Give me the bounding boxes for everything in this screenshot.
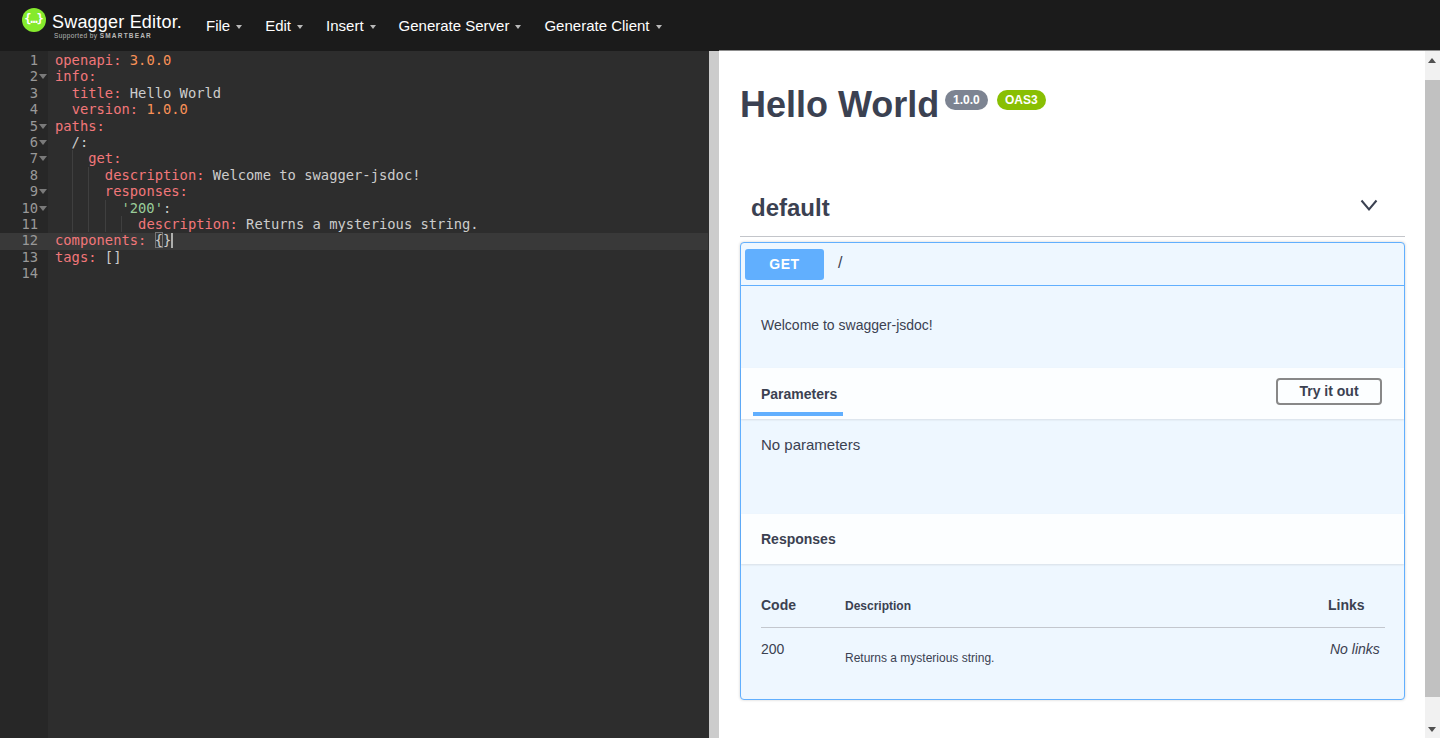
menu-insert-label: Insert — [326, 17, 364, 34]
fold-arrow-icon[interactable] — [39, 156, 47, 161]
editor-lines: 1openapi: 3.0.02info:3 title: Hello Worl… — [0, 52, 708, 282]
line-number: 5 — [0, 118, 38, 134]
caret-down-icon — [297, 25, 303, 29]
menu-insert[interactable]: Insert — [326, 17, 376, 34]
line-number: 3 — [0, 85, 38, 101]
code-text: description: Returns a mysterious string… — [55, 216, 479, 232]
code-text: /: — [55, 134, 88, 150]
operation-block — [740, 242, 1405, 700]
responses-col-code: Code — [761, 597, 796, 613]
menu-generate-server-label: Generate Server — [399, 17, 510, 34]
fold-arrow-icon[interactable] — [39, 206, 47, 211]
code-line-4[interactable]: 4 version: 1.0.0 — [0, 101, 708, 117]
code-line-11[interactable]: 11 description: Returns a mysterious str… — [0, 216, 708, 232]
line-number: 2 — [0, 68, 38, 84]
caret-down-icon — [370, 25, 376, 29]
code-text: description: Welcome to swagger-jsdoc! — [55, 167, 421, 183]
tag-divider — [740, 236, 1405, 237]
responses-col-description: Description — [845, 599, 911, 613]
code-line-8[interactable]: 8 description: Welcome to swagger-jsdoc! — [0, 167, 708, 183]
code-line-12[interactable]: 12 components: {} — [0, 232, 708, 248]
tagline-prefix: Supported by — [54, 32, 100, 39]
menu-generate-server[interactable]: Generate Server — [399, 17, 522, 34]
menu-generate-client-label: Generate Client — [544, 17, 649, 34]
caret-down-icon — [656, 25, 662, 29]
responses-title: Responses — [761, 531, 836, 547]
code-text: get: — [55, 150, 121, 166]
code-text: responses: — [55, 183, 188, 199]
parameters-tab-underline — [753, 412, 843, 416]
oas3-badge: OAS3 — [997, 90, 1046, 110]
menu-file-label: File — [206, 17, 230, 34]
menu-file[interactable]: File — [206, 17, 242, 34]
no-parameters-text: No parameters — [761, 436, 860, 453]
scrollbar-thumb[interactable] — [1425, 80, 1440, 697]
parameters-tab[interactable]: Parameters — [761, 386, 837, 402]
responses-table-divider — [761, 627, 1385, 628]
api-title: Hello World — [740, 84, 939, 126]
fold-arrow-icon[interactable] — [39, 140, 47, 145]
code-line-5[interactable]: 5 paths: — [0, 118, 708, 134]
fold-arrow-icon[interactable] — [39, 189, 47, 194]
line-number: 4 — [0, 101, 38, 117]
code-line-3[interactable]: 3 title: Hello World — [0, 85, 708, 101]
code-text: paths: — [55, 118, 105, 134]
operation-description: Welcome to swagger-jsdoc! — [761, 317, 933, 333]
code-text: info: — [55, 68, 97, 84]
response-code: 200 — [761, 641, 784, 657]
scrollbar-up-arrow[interactable] — [1428, 58, 1436, 63]
code-text: tags: [] — [55, 249, 121, 265]
code-line-14[interactable]: 14 — [0, 265, 708, 281]
line-number: 8 — [0, 167, 38, 183]
responses-col-links: Links — [1328, 597, 1365, 613]
collapse-chevron-icon[interactable] — [1360, 199, 1378, 212]
menu-generate-client[interactable]: Generate Client — [544, 17, 661, 34]
fold-arrow-icon[interactable] — [39, 124, 47, 129]
code-text: version: 1.0.0 — [55, 101, 188, 117]
fold-arrow-icon[interactable] — [39, 74, 47, 79]
code-line-7[interactable]: 7 get: — [0, 150, 708, 166]
operation-summary-border — [741, 285, 1404, 286]
app-title[interactable]: Swagger Editor. — [52, 12, 182, 33]
response-description: Returns a mysterious string. — [845, 651, 994, 665]
line-number: 9 — [0, 183, 38, 199]
version-badge: 1.0.0 — [945, 90, 988, 110]
code-text: title: Hello World — [55, 85, 221, 101]
code-text: components: {} — [55, 232, 173, 250]
code-line-9[interactable]: 9 responses: — [0, 183, 708, 199]
code-line-1[interactable]: 1 openapi: 3.0.0 — [0, 52, 708, 68]
line-number: 13 — [0, 249, 38, 265]
line-number: 11 — [0, 216, 38, 232]
line-number: 14 — [0, 265, 38, 281]
code-line-10[interactable]: 10 '200': — [0, 200, 708, 216]
try-it-out-button[interactable]: Try it out — [1276, 378, 1382, 405]
menu-edit-label: Edit — [265, 17, 291, 34]
menu-edit[interactable]: Edit — [265, 17, 303, 34]
line-number: 7 — [0, 150, 38, 166]
text-cursor — [171, 233, 173, 248]
tagline-brand: SMARTBEAR — [100, 32, 152, 39]
code-editor[interactable]: 1openapi: 3.0.02info:3 title: Hello Worl… — [0, 51, 709, 738]
code-text: openapi: 3.0.0 — [55, 52, 171, 68]
responses-header-band — [741, 514, 1404, 564]
line-number: 12 — [0, 232, 38, 248]
menu-bar: File Edit Insert Generate Server Generat… — [206, 0, 662, 51]
tag-section-title[interactable]: default — [751, 194, 830, 222]
scrollbar-down-arrow[interactable] — [1428, 727, 1436, 732]
code-text: '200': — [55, 200, 171, 216]
get-method-button[interactable]: GET — [745, 249, 824, 280]
code-line-6[interactable]: 6 /: — [0, 134, 708, 150]
caret-down-icon — [515, 25, 521, 29]
app-tagline: Supported by SMARTBEAR — [54, 32, 152, 39]
caret-down-icon — [236, 25, 242, 29]
response-links: No links — [1330, 641, 1380, 657]
code-line-13[interactable]: 13 tags: [] — [0, 249, 708, 265]
line-number: 6 — [0, 134, 38, 150]
code-line-2[interactable]: 2 info: — [0, 68, 708, 84]
operation-path[interactable]: / — [838, 254, 842, 272]
line-number: 10 — [0, 200, 38, 216]
swagger-logo-icon[interactable]: {…} — [22, 8, 46, 32]
line-number: 1 — [0, 52, 38, 68]
